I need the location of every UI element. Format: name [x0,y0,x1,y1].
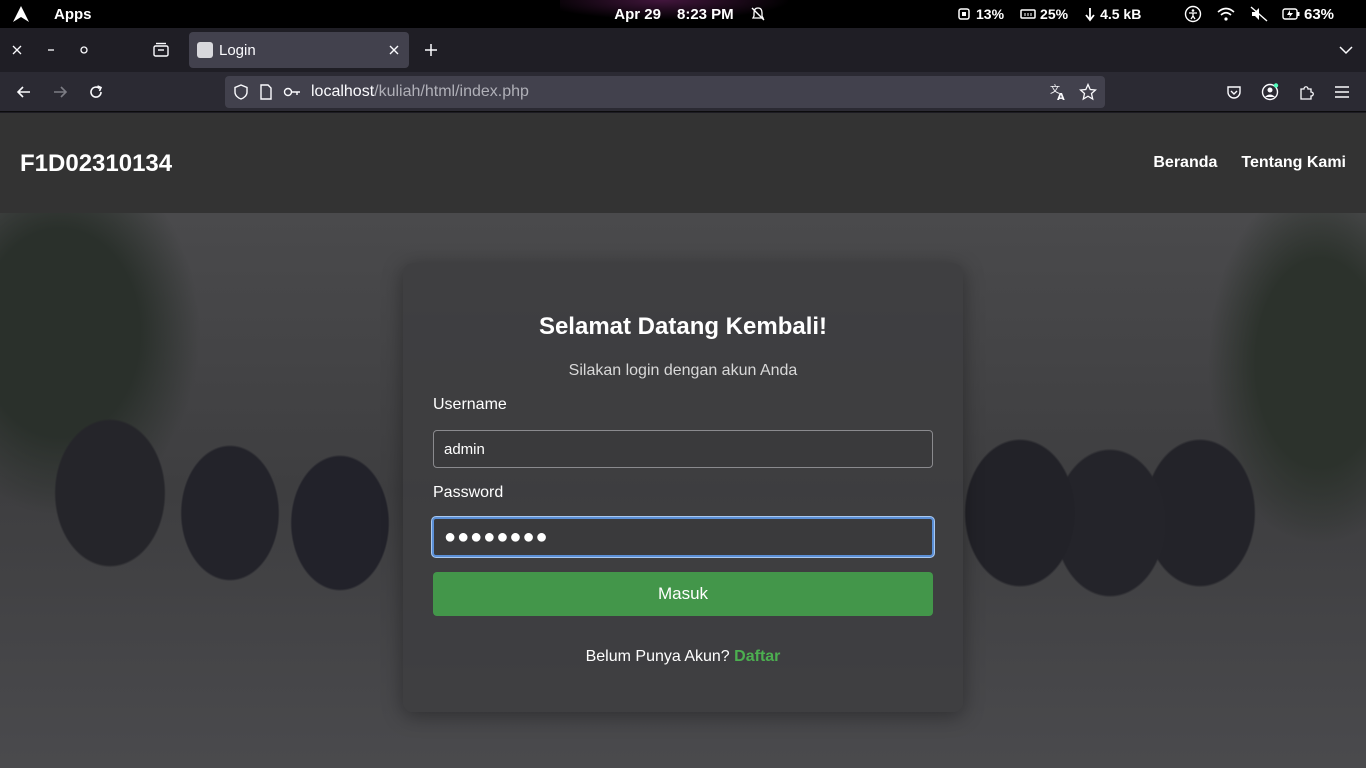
arch-logo-icon [12,5,30,23]
back-button[interactable] [12,80,36,104]
plus-icon [424,43,438,57]
network-value: 4.5 kB [1100,6,1142,22]
browser-nav-bar: localhost/kuliah/html/index.php 文A [0,72,1366,112]
cpu-indicator: 13% [956,6,1004,22]
url-host: localhost [311,83,375,100]
tab-login[interactable]: Login [189,32,409,68]
new-tab-button[interactable] [421,40,441,60]
site-brand: F1D02310134 [20,150,173,177]
apps-menu[interactable]: Apps [54,0,92,28]
browser-tab-bar: Login [0,28,1366,72]
list-all-tabs-button[interactable] [1336,40,1356,60]
apps-label: Apps [54,5,92,23]
bookmark-star-icon[interactable] [1079,83,1097,101]
pocket-button[interactable] [1222,80,1246,104]
reload-button[interactable] [84,80,108,104]
extensions-button[interactable] [1294,80,1318,104]
memory-icon [1020,6,1036,22]
page-info-icon[interactable] [259,84,273,100]
minimize-icon [46,45,56,55]
network-indicator: 4.5 kB [1084,6,1141,22]
tab-title: Login [219,41,256,59]
page-favicon-icon [197,42,213,58]
tab-close-icon[interactable] [389,45,399,55]
page-viewport: F1D02310134 Beranda Tentang Kami Selamat… [0,113,1366,768]
register-link[interactable]: Daftar [734,648,780,665]
url-path: /kuliah/html/index.php [374,83,529,100]
login-card: Selamat Datang Kembali! Silakan login de… [403,263,963,712]
battery-indicator: 63% [1282,6,1334,23]
key-icon[interactable] [283,86,301,98]
username-field[interactable] [433,430,933,468]
hamburger-menu-icon [1334,85,1350,99]
login-submit-button[interactable]: Masuk [433,572,933,616]
memory-value: 25% [1040,6,1069,22]
status-icons[interactable]: 63% [1184,0,1334,28]
battery-charging-icon [1282,7,1300,21]
download-arrow-icon [1084,6,1096,22]
register-prompt: Belum Punya Akun? [585,648,730,665]
window-close-button[interactable] [7,40,27,60]
arrow-left-icon [16,84,32,100]
system-top-bar: Apps Apr 29 8:23 PM 13% 25% 4.5 kB 63% [0,0,1366,28]
cpu-value: 13% [976,6,1005,22]
password-field[interactable] [432,517,934,557]
app-menu-button[interactable] [1330,80,1354,104]
tab-folder-icon [152,42,170,58]
window-maximize-button[interactable] [74,40,94,60]
site-header: F1D02310134 Beranda Tentang Kami [0,113,1366,213]
nav-link-tentang-kami[interactable]: Tentang Kami [1241,154,1346,172]
memory-indicator: 25% [1020,6,1068,22]
forward-button[interactable] [48,80,72,104]
username-label: Username [433,396,507,413]
time-label: 8:23 PM [676,5,734,23]
close-icon [12,45,22,55]
login-subtitle: Silakan login dengan akun Anda [568,362,798,379]
system-indicators[interactable]: 13% 25% 4.5 kB [956,0,1141,28]
window-minimize-button[interactable] [41,40,61,60]
shield-icon[interactable] [233,84,249,100]
url-bar[interactable]: localhost/kuliah/html/index.php 文A [225,76,1105,108]
clock[interactable]: Apr 29 8:23 PM [560,0,820,28]
cpu-icon [956,6,972,22]
account-icon [1261,83,1279,101]
nav-link-beranda[interactable]: Beranda [1153,154,1217,172]
tab-overview-button[interactable] [151,40,171,60]
account-button[interactable] [1258,80,1282,104]
activities-button[interactable] [12,0,30,28]
translate-icon[interactable]: 文A [1049,83,1067,101]
password-label: Password [433,484,504,501]
svg-text:A: A [1057,92,1065,101]
maximize-icon [79,45,89,55]
battery-value: 63% [1304,5,1335,23]
arrow-right-icon [52,84,68,100]
date-label: Apr 29 [614,5,661,23]
volume-muted-icon [1250,6,1268,22]
reload-icon [88,84,104,100]
puzzle-icon [1298,84,1314,100]
accessibility-icon [1184,5,1202,23]
site-nav: Beranda Tentang Kami [1153,154,1346,172]
chevron-down-icon [1339,45,1353,55]
wifi-icon [1216,6,1236,22]
register-prompt-line: Belum Punya Akun? Daftar [403,648,963,666]
notifications-off-icon [750,6,766,22]
pocket-icon [1226,84,1242,100]
url-text[interactable]: localhost/kuliah/html/index.php [311,83,1049,101]
login-title: Selamat Datang Kembali! [538,313,828,340]
